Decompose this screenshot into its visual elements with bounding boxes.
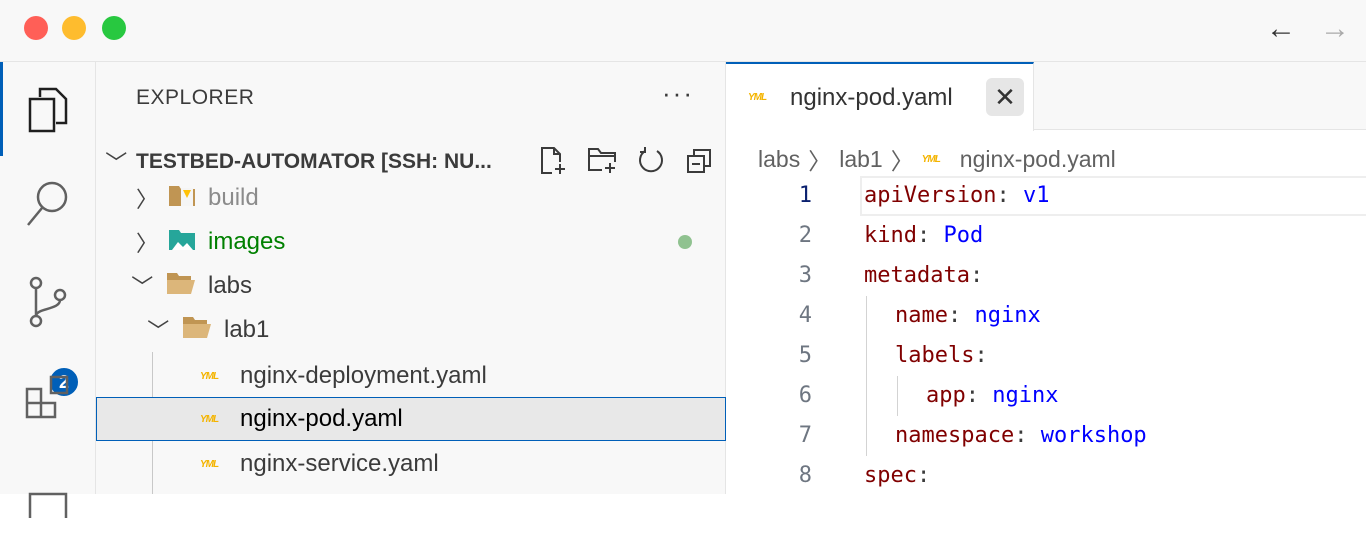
source-control-icon[interactable] <box>0 262 96 342</box>
chevron-down-icon: 〉 <box>145 318 171 342</box>
close-window-button[interactable] <box>24 16 48 40</box>
close-icon[interactable]: ✕ <box>986 78 1024 116</box>
explorer-sidebar: EXPLORER ··· 〉 TESTBED-AUTOMATOR [SSH: N… <box>96 62 726 494</box>
code-line[interactable]: 5 labels: <box>726 336 1366 376</box>
tree-item-lab1[interactable]: 〉 lab1 <box>96 308 726 352</box>
tree-item-nginx-deployment[interactable]: YML nginx-deployment.yaml <box>96 354 726 398</box>
indent-guide <box>897 376 898 416</box>
yaml-value: v1 <box>1022 183 1050 208</box>
yaml-value: Pod <box>943 223 984 248</box>
yaml-file-icon: YML <box>748 92 767 103</box>
modified-indicator <box>678 235 692 249</box>
yaml-key: labels <box>895 343 975 368</box>
extensions-icon[interactable] <box>0 358 96 438</box>
yaml-key: spec <box>864 463 917 488</box>
tree-item-build[interactable]: 〉 build <box>96 176 726 220</box>
tree-item-label: nginx-pod.yaml <box>240 405 403 432</box>
remote-explorer-icon[interactable] <box>0 458 96 538</box>
code-line[interactable]: 4 name: nginx <box>726 296 1366 336</box>
tree-item-label: lab1 <box>224 316 270 343</box>
yaml-key: apiVersion <box>864 183 997 208</box>
activity-bar: 2 <box>0 62 96 518</box>
breadcrumb-item[interactable]: nginx-pod.yaml <box>960 146 1116 173</box>
code-line[interactable]: 8 spec: <box>726 456 1366 496</box>
search-icon[interactable] <box>0 164 96 244</box>
tree-item-label: build <box>208 184 259 211</box>
tree-item-label: nginx-deployment.yaml <box>240 362 487 389</box>
yaml-file-icon: YML <box>200 458 219 470</box>
yaml-key: app <box>926 383 966 408</box>
editor: YML nginx-pod.yaml ✕ labs 〉 lab1 〉 YML n… <box>726 62 1366 494</box>
explorer-title: EXPLORER <box>136 86 255 109</box>
code-area[interactable]: 1 apiVersion: v1 2 kind: Pod 3 metadata: 4 nam… <box>726 176 1366 496</box>
images-folder-icon <box>168 226 196 259</box>
tab-bar: YML nginx-pod.yaml ✕ <box>726 62 1366 131</box>
line-number: 3 <box>798 263 812 288</box>
tree-item-label: images <box>208 228 286 255</box>
build-folder-icon <box>168 182 196 215</box>
line-number: 8 <box>798 463 812 488</box>
line-number: 7 <box>798 423 812 448</box>
line-number: 1 <box>798 183 812 208</box>
chevron-right-icon: 〉 <box>890 148 914 174</box>
yaml-key: kind <box>864 223 917 248</box>
indent-guide <box>866 296 867 336</box>
tree-item-nginx-pod[interactable]: YML nginx-pod.yaml <box>96 397 726 441</box>
breadcrumb: labs 〉 lab1 〉 YML nginx-pod.yaml <box>758 142 1116 176</box>
yaml-file-icon: YML <box>921 153 941 165</box>
yaml-key: namespace <box>895 423 1015 448</box>
chevron-right-icon: 〉 <box>808 148 832 174</box>
yaml-file-icon: YML <box>200 370 219 382</box>
indent-guide <box>866 376 867 416</box>
yaml-value: nginx <box>992 383 1059 408</box>
yaml-value: nginx <box>974 303 1041 328</box>
line-number: 5 <box>798 343 812 368</box>
code-line[interactable]: 6 app: nginx <box>726 376 1366 416</box>
indent-guide <box>866 416 867 456</box>
tree-item-labs[interactable]: 〉 labs <box>96 264 726 308</box>
tree-item-label: nginx-service.yaml <box>240 450 439 477</box>
title-bar: ← → <box>0 0 1366 62</box>
breadcrumb-item[interactable]: lab1 <box>839 146 882 173</box>
tree-item-nginx-service[interactable]: YML nginx-service.yaml <box>96 442 726 486</box>
explorer-icon[interactable] <box>0 70 96 150</box>
folder-open-icon <box>166 271 196 302</box>
yaml-value: workshop <box>1040 423 1147 448</box>
tab-label: nginx-pod.yaml <box>790 83 953 111</box>
maximize-window-button[interactable] <box>102 16 126 40</box>
more-actions-icon[interactable]: ··· <box>662 78 694 109</box>
line-number: 4 <box>798 303 812 328</box>
arrow-right-icon[interactable]: → <box>1320 12 1350 46</box>
yaml-key: name <box>895 303 948 328</box>
minimize-window-button[interactable] <box>62 16 86 40</box>
code-line[interactable]: 3 metadata: <box>726 256 1366 296</box>
chevron-right-icon: 〉 <box>136 187 159 212</box>
tree-item-images[interactable]: 〉 images <box>96 220 726 264</box>
code-line[interactable]: 1 apiVersion: v1 <box>726 176 1366 216</box>
arrow-left-icon[interactable]: ← <box>1266 12 1296 46</box>
chevron-right-icon: 〉 <box>136 231 159 256</box>
line-number: 2 <box>798 223 812 248</box>
yaml-file-icon: YML <box>200 413 219 425</box>
chevron-down-icon: 〉 <box>103 150 129 174</box>
chevron-down-icon: 〉 <box>129 274 155 298</box>
folder-open-icon <box>182 315 212 346</box>
tree-item-label: labs <box>208 272 253 299</box>
code-line[interactable]: 7 namespace: workshop <box>726 416 1366 456</box>
code-line[interactable]: 2 kind: Pod <box>726 216 1366 256</box>
breadcrumb-item[interactable]: labs <box>758 146 800 173</box>
yaml-key: metadata <box>864 263 970 288</box>
tab-nginx-pod[interactable]: YML nginx-pod.yaml ✕ <box>726 62 1034 131</box>
line-number: 6 <box>798 383 812 408</box>
indent-guide <box>866 336 867 376</box>
workspace-root-label: TESTBED-AUTOMATOR [SSH: NU... <box>136 150 492 173</box>
